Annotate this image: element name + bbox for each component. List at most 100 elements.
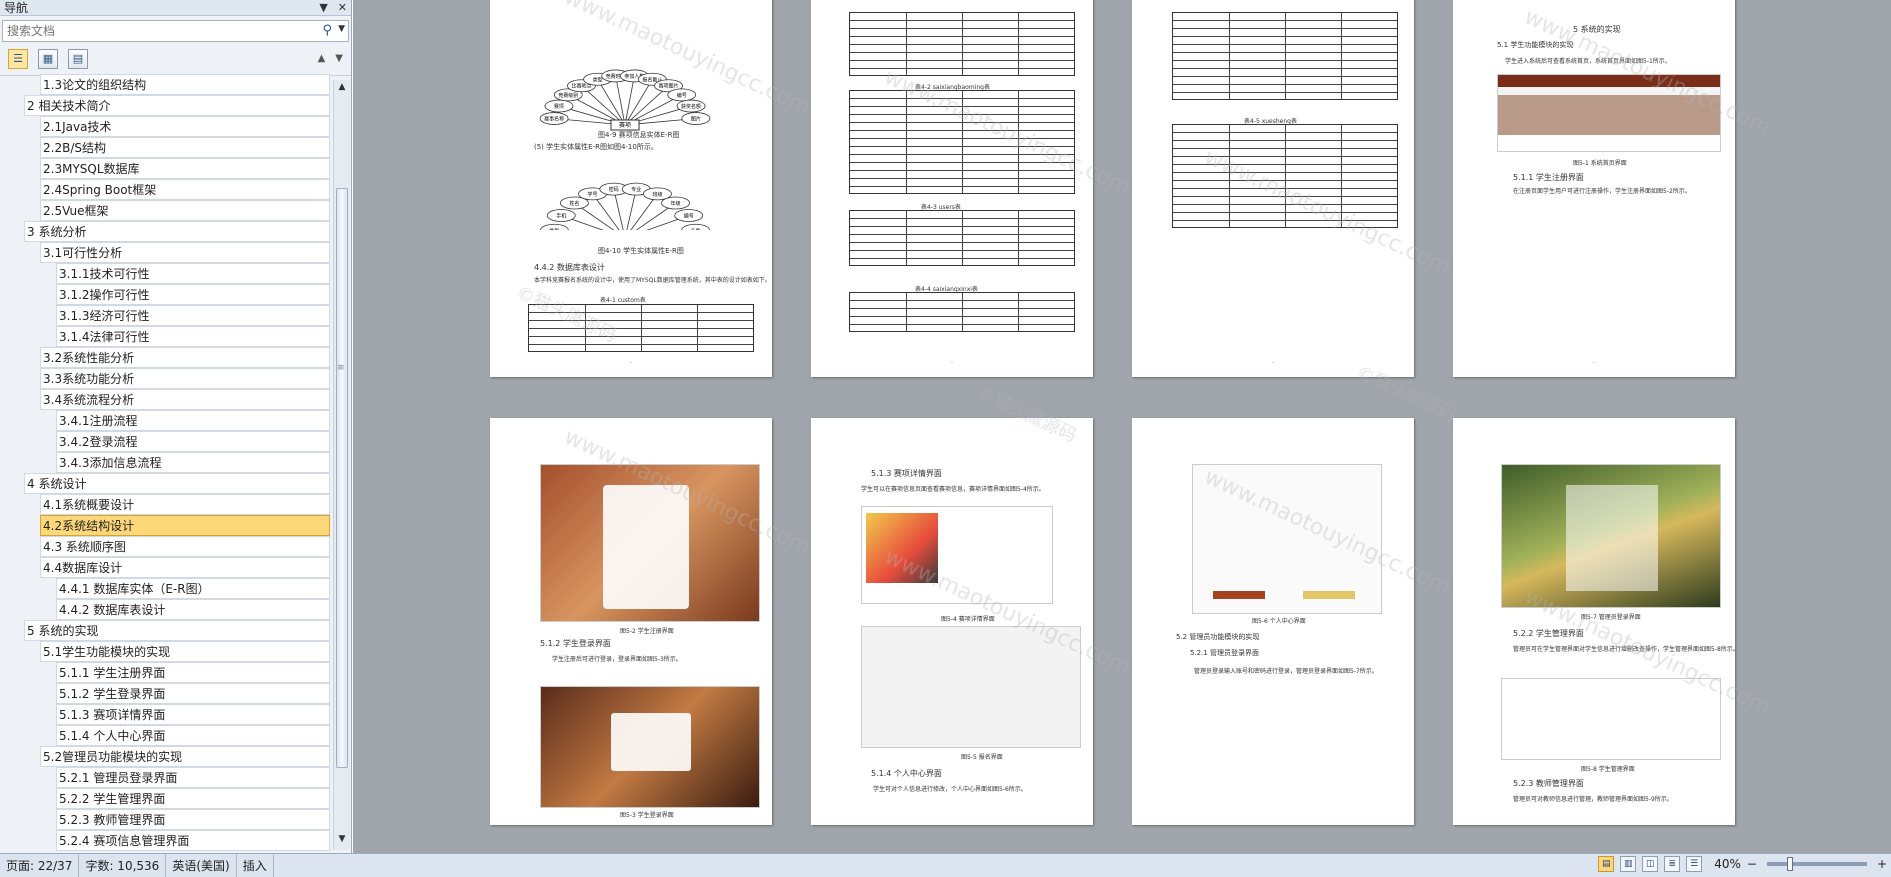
language[interactable]: 英语(美国) (166, 854, 237, 877)
search-input[interactable] (3, 21, 348, 41)
nav-heading-item[interactable]: 4.3 系统顺序图 (40, 536, 330, 557)
nav-heading-item[interactable]: 5.2.3 教师管理界面 (56, 809, 330, 830)
zoom-in-button[interactable]: + (1877, 857, 1887, 871)
scroll-up-arrow-icon[interactable]: ▲ (335, 82, 349, 96)
nav-heading-item[interactable]: 5.2.2 学生管理界面 (56, 788, 330, 809)
nav-heading-item[interactable]: 2.5Vue框架 (40, 200, 330, 221)
document-page[interactable]: 赛事名称 赛项 竞赛级别 比赛地点 类型 竞赛时间 参加人数 报名截止 赛项图片 编号 获奖名额 图片… (490, 0, 772, 377)
data-table (849, 292, 1075, 332)
er-attribute-label: 班级 (652, 191, 662, 198)
document-page[interactable]: 表4-5 xuesheng表 · (1132, 0, 1414, 377)
zoom-slider[interactable] (1766, 857, 1867, 871)
nav-heading-item[interactable]: 4.1系统概要设计 (40, 494, 330, 515)
nav-heading-item[interactable]: ◢3.4系统流程分析 (40, 389, 330, 410)
homepage-screenshot-image (1497, 74, 1721, 152)
nav-menu-dropdown-icon[interactable]: ▼ (319, 1, 327, 14)
insert-mode[interactable]: 插入 (237, 854, 274, 877)
data-table (528, 304, 754, 352)
nav-heading-item[interactable]: 4.4.1 数据库实体（E-R图） (56, 578, 330, 599)
figure-caption: 图5-5 报名界面 (961, 754, 1003, 761)
zoom-level[interactable]: 40% (1714, 857, 1741, 871)
nav-title-bar: 导航 ▼ ✕ (0, 0, 351, 16)
zoom-slider-knob[interactable] (1786, 857, 1793, 871)
document-area[interactable]: 赛事名称 赛项 竞赛级别 比赛地点 类型 竞赛时间 参加人数 报名截止 赛项图片 编号 获奖名额 图片… (353, 0, 1891, 853)
nav-heading-item[interactable]: 2.2B/S结构 (40, 137, 330, 158)
results-view-icon[interactable]: ▤ (68, 48, 88, 69)
nav-heading-label: 5.2.3 教师管理界面 (59, 813, 166, 827)
document-page[interactable]: 图5-2 学生注册界面 5.1.2 学生登录界面 学生注册后可进行登录，登录界面… (490, 418, 772, 825)
close-icon[interactable]: ✕ (338, 1, 347, 14)
nav-heading-item[interactable]: 4.4.2 数据库表设计 (56, 599, 330, 620)
outline-icon[interactable]: ≣ (1664, 856, 1681, 872)
er-attribute-label: 获奖名额 (681, 103, 701, 110)
personal-center-screenshot-image (1192, 464, 1382, 614)
nav-heading-item[interactable]: 5.2.1 管理员登录界面 (56, 767, 330, 788)
nav-heading-label: 5.2管理员功能模块的实现 (43, 750, 183, 764)
nav-heading-item[interactable]: ◢4.4数据库设计 (40, 557, 330, 578)
nav-heading-item[interactable]: 5.1.2 学生登录界面 (56, 683, 330, 704)
zoom-out-button[interactable]: − (1747, 857, 1757, 871)
headings-view-icon[interactable]: ☰ (8, 48, 28, 69)
section-heading: 5.1.1 学生注册界面 (1513, 173, 1584, 182)
nav-heading-item[interactable]: 3.1.1技术可行性 (56, 263, 330, 284)
search-options-dropdown-icon[interactable]: ▼ (338, 24, 345, 34)
scroll-down-arrow-icon[interactable]: ▼ (335, 834, 349, 848)
nav-heading-item[interactable]: 3.4.2登录流程 (56, 431, 330, 452)
nav-scrollbar[interactable]: ▲ ≡ ▼ (333, 80, 350, 850)
nav-heading-label: 4.4.2 数据库表设计 (59, 603, 166, 617)
nav-heading-label: 2.4Spring Boot框架 (43, 183, 157, 197)
nav-heading-item[interactable]: 2.1Java技术 (40, 116, 330, 137)
web-layout-icon[interactable]: ◫ (1642, 856, 1659, 872)
document-page[interactable]: 5.1.3 赛项详情界面 学生可以在赛项信息页面查看赛项信息，赛项详情界面如图5… (811, 418, 1093, 825)
full-screen-reading-icon[interactable]: ▥ (1620, 856, 1637, 872)
nav-heading-item[interactable]: 2.4Spring Boot框架 (40, 179, 330, 200)
page-count[interactable]: 页面: 22/37 (0, 854, 80, 877)
nav-heading-item[interactable]: ◢5.2管理员功能模块的实现 (40, 746, 330, 767)
pages-view-icon[interactable]: ▦ (38, 48, 58, 69)
nav-heading-item[interactable]: 5.1.1 学生注册界面 (56, 662, 330, 683)
nav-heading-item[interactable]: 3.3系统功能分析 (40, 368, 330, 389)
scroll-thumb[interactable] (336, 188, 348, 768)
nav-heading-item[interactable]: 5.1.4 个人中心界面 (56, 725, 330, 746)
nav-heading-item[interactable]: ◢5.1学生功能模块的实现 (40, 641, 330, 662)
document-page[interactable]: 图5-7 管理员登录界面 5.2.2 学生管理界面 管理员可在学生管理界面对学生… (1453, 418, 1735, 825)
nav-heading-item[interactable]: 4.2系统结构设计 (40, 515, 330, 536)
magnifier-icon[interactable]: ⚲ (322, 23, 332, 38)
nav-heading-item[interactable]: 5.2.4 赛项信息管理界面 (56, 830, 330, 851)
nav-heading-item[interactable]: 2.3MYSQL数据库 (40, 158, 330, 179)
er-attribute-label: 密码 (609, 186, 619, 193)
document-page[interactable]: 图5-6 个人中心界面 5.2 管理员功能模块的实现 5.2.1 管理员登录界面… (1132, 418, 1414, 825)
nav-heading-label: 5 系统的实现 (27, 624, 99, 638)
nav-heading-item[interactable]: 3.1.2操作可行性 (56, 284, 330, 305)
nav-heading-item[interactable]: 3.4.1注册流程 (56, 410, 330, 431)
document-page[interactable]: 表4-2 saixiangbaoming表 表4-3 users表 表4-4 s… (811, 0, 1093, 377)
print-layout-icon[interactable]: ▤ (1598, 856, 1615, 872)
nav-heading-item[interactable]: 3.1.3经济可行性 (56, 305, 330, 326)
nav-heading-label: 5.1学生功能模块的实现 (43, 645, 171, 659)
nav-heading-item[interactable]: ◢5 系统的实现 (24, 620, 330, 641)
nav-heading-item[interactable]: ◢3 系统分析 (24, 221, 330, 242)
nav-heading-item[interactable]: ◢3.1可行性分析 (40, 242, 330, 263)
draft-icon[interactable]: ☰ (1686, 856, 1703, 872)
nav-heading-item[interactable]: 5.1.3 赛项详情界面 (56, 704, 330, 725)
section-heading: 5.1 学生功能模块的实现 (1497, 41, 1574, 49)
page-number: · (629, 359, 633, 367)
paragraph-text: 学生可对个人信息进行修改，个人中心界面如图5-6所示。 (873, 786, 1027, 793)
nav-heading-item[interactable]: 3.1.4法律可行性 (56, 326, 330, 347)
nav-heading-item[interactable]: 3.2系统性能分析 (40, 347, 330, 368)
paragraph-text: 学生可以在赛项信息页面查看赛项信息，赛项详情界面如图5-4所示。 (861, 486, 1045, 493)
chapter-heading: 5 系统的实现 (1573, 25, 1621, 34)
page-number: · (950, 359, 954, 367)
nav-heading-label: 2.1Java技术 (43, 120, 112, 134)
nav-heading-item[interactable]: ◢4 系统设计 (24, 473, 330, 494)
document-page[interactable]: 5 系统的实现 5.1 学生功能模块的实现 学生进入系统后可查看系统首页，系统首… (1453, 0, 1735, 377)
word-count[interactable]: 字数: 10,536 (79, 854, 167, 877)
next-heading-button[interactable]: ▼ (335, 53, 343, 64)
nav-heading-item[interactable]: ◢2 相关技术简介 (24, 95, 330, 116)
figure-caption: 图5-4 赛项详情界面 (941, 616, 995, 623)
nav-heading-item[interactable]: 1.3论文的组织结构 (40, 74, 330, 95)
nav-heading-label: 4.2系统结构设计 (43, 519, 135, 533)
previous-heading-button[interactable]: ▲ (318, 53, 326, 64)
search-box[interactable]: ⚲ ▼ (2, 20, 349, 42)
nav-heading-item[interactable]: 3.4.3添加信息流程 (56, 452, 330, 473)
